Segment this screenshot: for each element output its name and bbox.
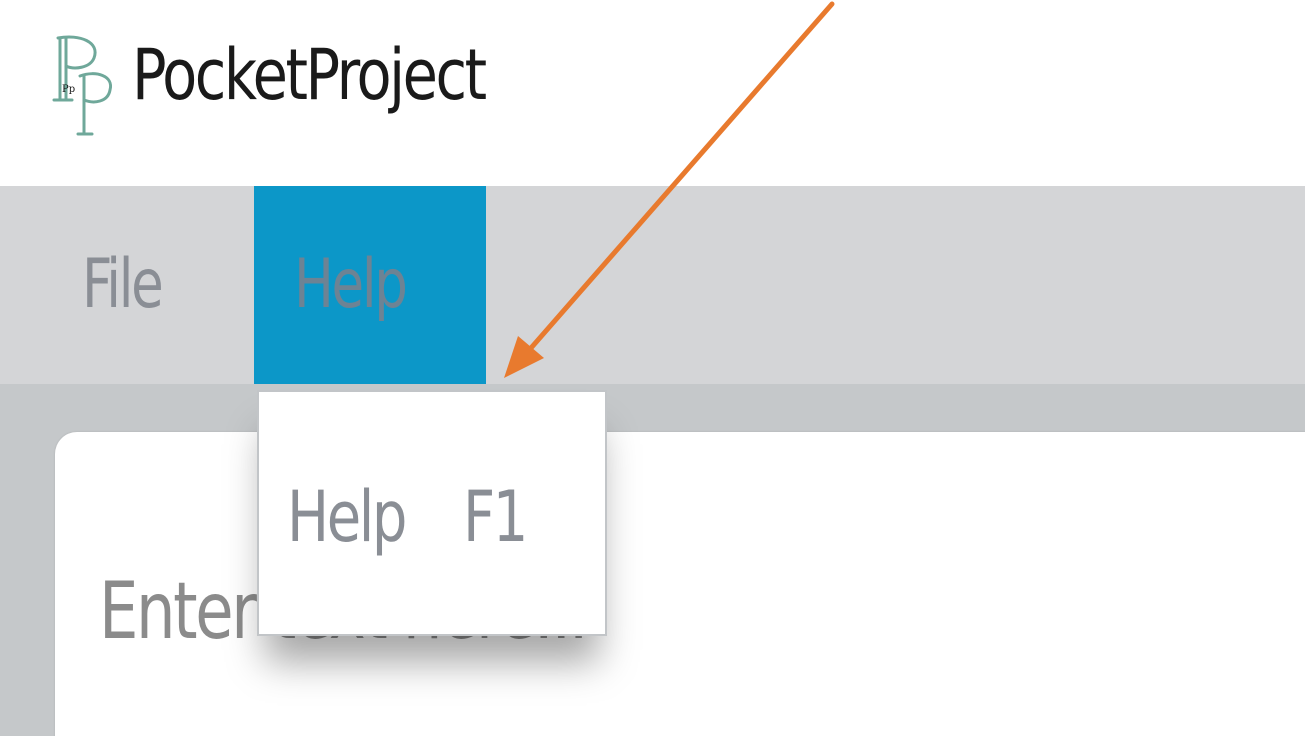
menu-help-label: Help	[294, 245, 408, 324]
pocketproject-logo-icon: Pp	[52, 35, 113, 136]
menu-file[interactable]: File	[82, 186, 252, 384]
title-bar: Pp PocketProject	[0, 0, 1305, 186]
text-editor[interactable]: Enter text here...	[55, 432, 1305, 736]
dropdown-item-help-label: Help	[287, 476, 407, 558]
dropdown-item-help[interactable]: Help F1	[259, 462, 605, 572]
menu-help[interactable]: Help	[254, 186, 486, 384]
logo-text: Pp	[62, 84, 75, 95]
app-title: PocketProject	[132, 34, 487, 116]
app-window: Pp PocketProject File Help Enter text he…	[0, 0, 1305, 736]
dropdown-item-help-shortcut: F1	[463, 476, 528, 558]
help-dropdown-menu: Help F1	[257, 390, 607, 636]
menu-file-label: File	[82, 245, 164, 324]
menu-bar: File Help	[0, 186, 1305, 384]
